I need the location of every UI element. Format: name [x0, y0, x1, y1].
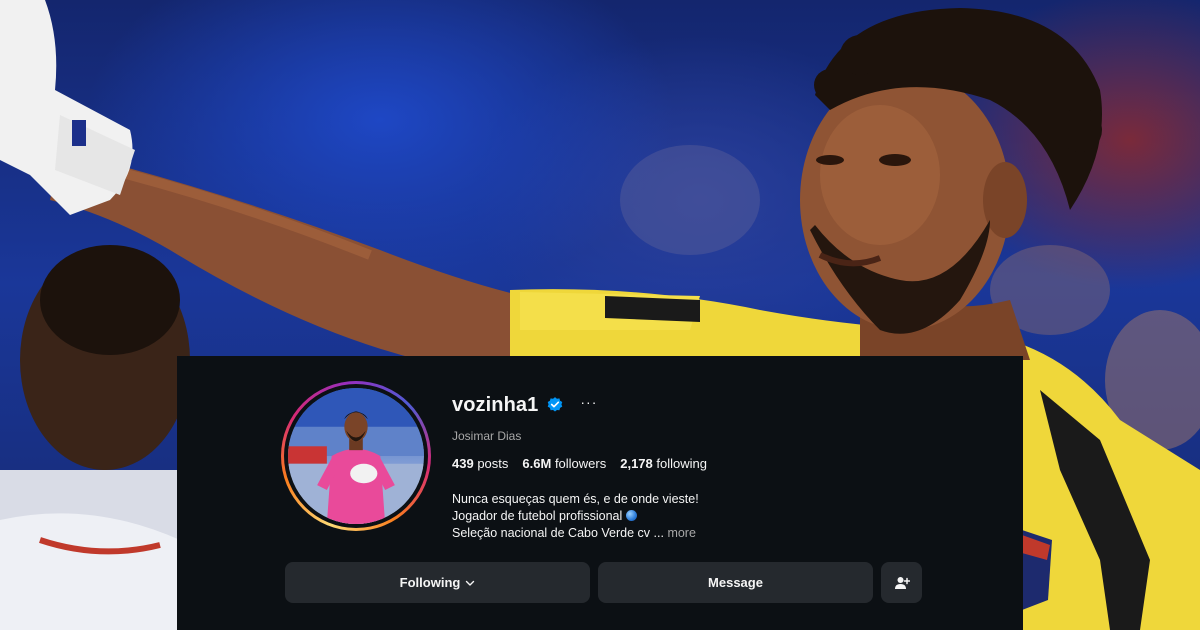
bio-line-2-wrap: Jogador de futebol profissional	[452, 508, 972, 525]
bio-line-3: Seleção nacional de Cabo Verde cv ...	[452, 526, 664, 540]
suggested-users-button[interactable]	[881, 562, 922, 603]
profile-stats: 439 posts 6.6M followers 2,178 following	[452, 456, 972, 471]
profile-avatar[interactable]	[281, 381, 431, 531]
followers-label: followers	[554, 456, 607, 471]
following-button[interactable]: Following	[285, 562, 590, 603]
following-button-label: Following	[399, 575, 461, 590]
followers-stat[interactable]: 6.6M followers	[522, 456, 606, 471]
globe-emoji-icon	[626, 510, 638, 521]
following-count: 2,178	[620, 456, 653, 471]
more-options-icon[interactable]: ···	[580, 395, 597, 409]
following-stat[interactable]: 2,178 following	[620, 456, 707, 471]
message-button[interactable]: Message	[598, 562, 873, 603]
profile-card: vozinha1 ··· Josimar Dias 439 posts 6.6M…	[177, 356, 1023, 630]
avatar-photo	[288, 388, 424, 524]
bio-more-link[interactable]: more	[667, 526, 695, 540]
message-button-label: Message	[708, 575, 763, 590]
add-user-icon	[894, 576, 910, 589]
bio-line-2: Jogador de futebol profissional	[452, 509, 623, 523]
followers-count: 6.6M	[522, 456, 552, 471]
chevron-down-icon	[466, 580, 475, 586]
posts-stat: 439 posts	[452, 456, 508, 471]
full-name: Josimar Dias	[452, 429, 522, 443]
posts-count: 439	[452, 456, 474, 471]
following-label: following	[656, 456, 707, 471]
profile-actions: Following Message	[285, 562, 922, 603]
bio-line-1: Nunca esqueças quem és, e de onde vieste…	[452, 492, 699, 506]
posts-label: posts	[477, 456, 509, 471]
bio-line-3-wrap: Seleção nacional de Cabo Verde cv ... mo…	[452, 525, 972, 542]
username[interactable]: vozinha1	[452, 394, 538, 417]
profile-bio: Nunca esqueças quem és, e de onde vieste…	[452, 491, 972, 542]
profile-info: vozinha1 ··· Josimar Dias 439 posts 6.6M…	[452, 390, 972, 542]
username-row: vozinha1 ···	[452, 390, 972, 420]
verified-badge-icon	[548, 397, 563, 412]
